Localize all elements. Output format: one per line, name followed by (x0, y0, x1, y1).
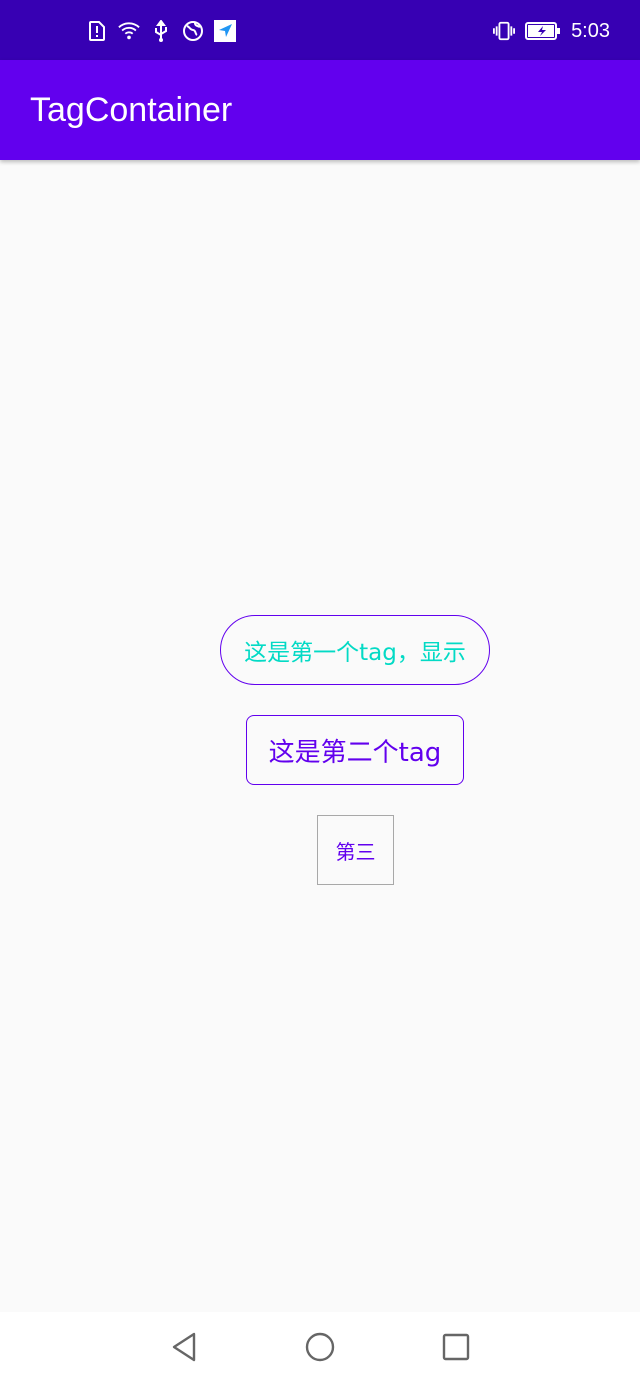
vpn-globe-icon (182, 20, 204, 42)
recents-icon (442, 1333, 470, 1361)
back-icon (172, 1332, 196, 1362)
navigation-bar (0, 1312, 640, 1382)
status-time: 5:03 (571, 20, 610, 42)
app-title: TagContainer (30, 91, 233, 129)
tag-second[interactable]: 这是第二个tag (246, 715, 464, 785)
usb-icon (150, 20, 172, 42)
home-button[interactable] (303, 1330, 337, 1364)
sim-alert-icon (86, 20, 108, 42)
status-icons-left (86, 20, 236, 42)
status-bar: 5:03 (0, 0, 640, 60)
home-icon (305, 1332, 335, 1362)
status-icons-right: 5:03 (493, 20, 610, 42)
tag-first[interactable]: 这是第一个tag，显示 (220, 615, 490, 685)
recents-button[interactable] (439, 1330, 473, 1364)
battery-charging-icon (525, 20, 561, 42)
vibrate-icon (493, 20, 516, 42)
back-button[interactable] (167, 1330, 201, 1364)
app-bar: TagContainer (0, 60, 640, 160)
tag-third[interactable]: 第三 (317, 815, 394, 885)
location-arrow-icon (214, 20, 236, 42)
wifi-icon (118, 20, 140, 42)
